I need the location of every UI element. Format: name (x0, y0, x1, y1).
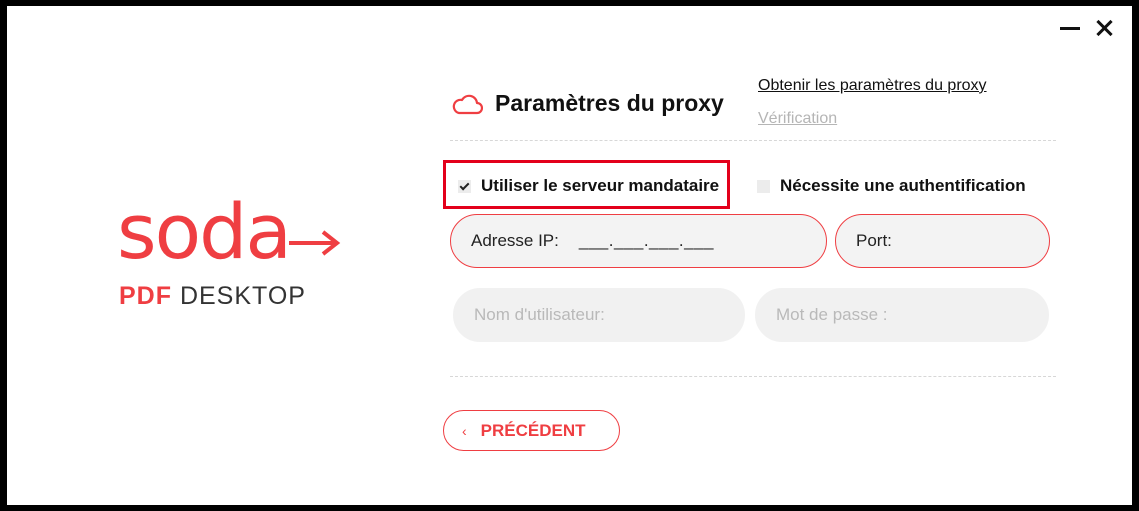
ip-label: Adresse IP: (471, 231, 559, 250)
soda-pdf-logo: soda PDF DESKTOP (117, 194, 357, 312)
logo-pdf: PDF (119, 282, 172, 310)
username-field[interactable]: Nom d'utilisateur: (453, 288, 745, 342)
page-title: Paramètres du proxy (495, 90, 724, 116)
use-proxy-checkbox[interactable]: Utiliser le serveur mandataire (458, 176, 719, 196)
checkbox-unchecked-icon[interactable] (757, 179, 770, 193)
ip-value: ___.___.___.___ (578, 231, 714, 250)
previous-label: PRÉCÉDENT (480, 420, 586, 440)
logo-desktop: DESKTOP (179, 282, 306, 310)
get-proxy-settings-link[interactable]: Obtenir les paramètres du proxy (758, 77, 987, 95)
close-icon[interactable] (1094, 18, 1114, 38)
password-field[interactable]: Mot de passe : (755, 288, 1049, 342)
checkbox-checked-icon[interactable] (458, 179, 471, 193)
logo-wordmark: soda (117, 187, 292, 276)
proxy-settings-window: soda PDF DESKTOP Paramètres du proxy Obt… (7, 6, 1132, 505)
password-placeholder: Mot de passe : (776, 305, 888, 324)
requires-auth-label: Nécessite une authentification (780, 176, 1026, 195)
port-label: Port: (856, 231, 892, 250)
minimize-icon[interactable] (1060, 18, 1080, 38)
chevron-left-icon: ‹ (462, 422, 467, 439)
divider-bottom (450, 376, 1056, 377)
use-proxy-label: Utiliser le serveur mandataire (481, 176, 720, 195)
cloud-icon (452, 94, 483, 114)
port-field[interactable]: Port: (835, 214, 1050, 268)
divider-top (450, 140, 1056, 141)
verification-link[interactable]: Vérification (758, 110, 837, 128)
requires-auth-checkbox[interactable]: Nécessite une authentification (757, 176, 1026, 196)
previous-button[interactable]: ‹ PRÉCÉDENT (443, 410, 620, 451)
page-header: Paramètres du proxy (451, 90, 724, 117)
logo-arrow-icon (289, 230, 341, 256)
window-controls (1060, 18, 1114, 38)
logo-subtitle: PDF DESKTOP (119, 284, 306, 309)
username-placeholder: Nom d'utilisateur: (474, 305, 605, 324)
ip-address-field[interactable]: Adresse IP: ___.___.___.___ (450, 214, 827, 268)
